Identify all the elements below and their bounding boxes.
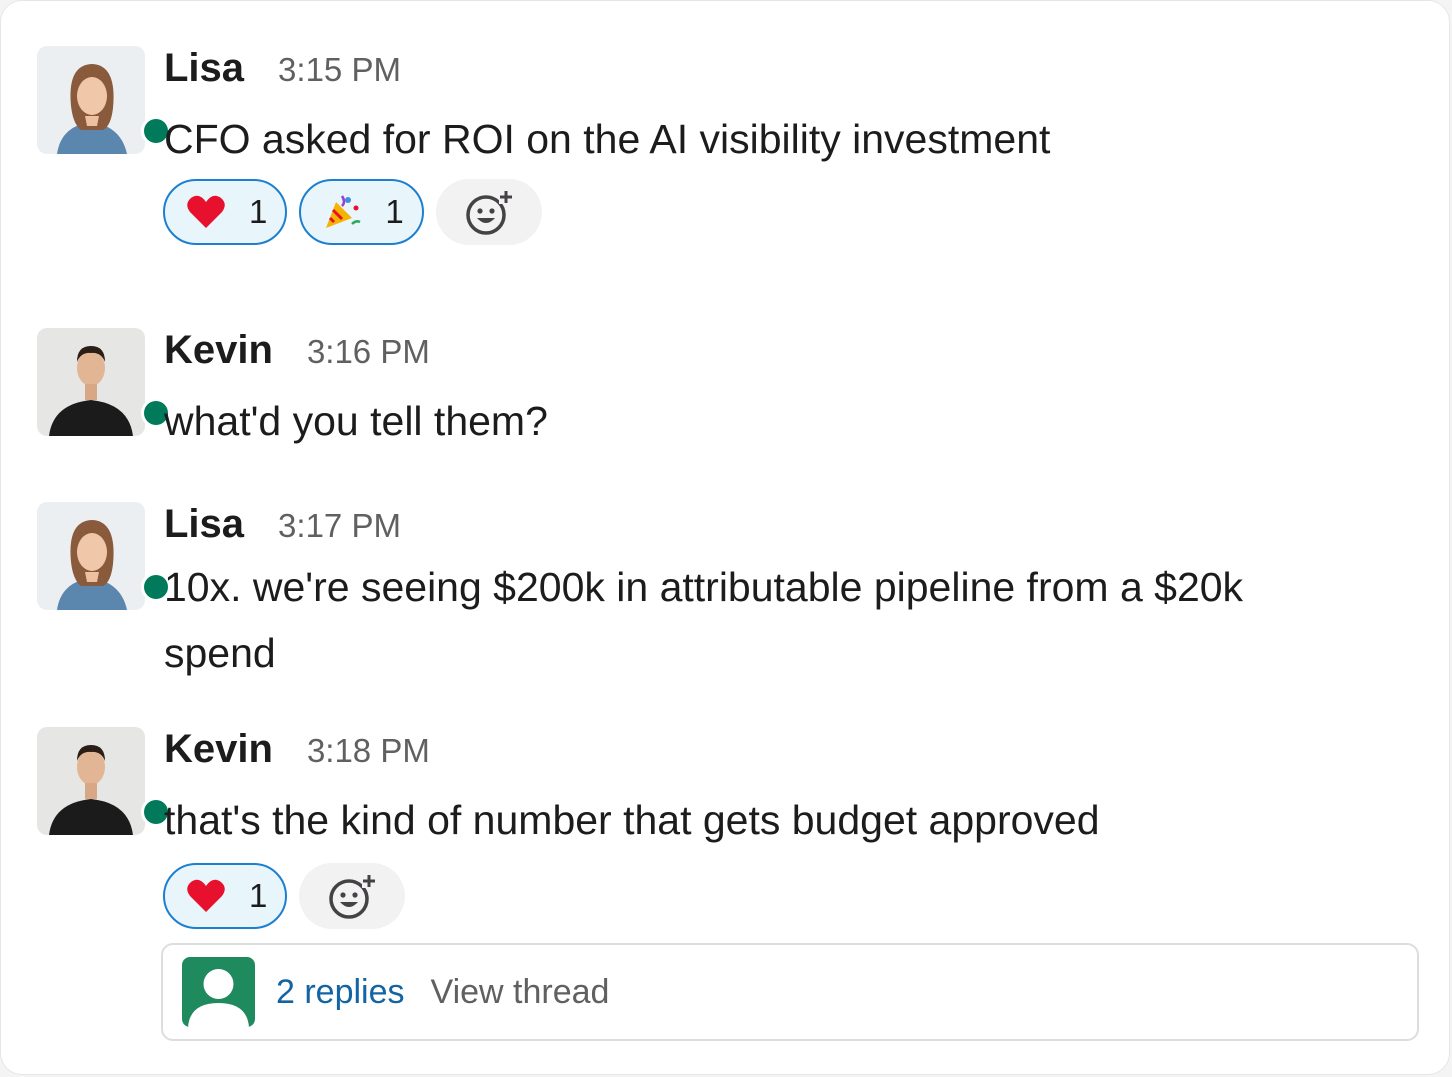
reaction-heart[interactable]: 1 bbox=[163, 863, 288, 929]
reactions-bar: 1 bbox=[163, 863, 406, 929]
add-reaction-button[interactable] bbox=[299, 863, 406, 929]
timestamp[interactable]: 3:18 PM bbox=[307, 732, 430, 770]
thread-participant-avatar bbox=[182, 957, 255, 1027]
kevin-photo bbox=[37, 727, 145, 835]
timestamp[interactable]: 3:17 PM bbox=[278, 507, 401, 545]
avatar-lisa[interactable] bbox=[37, 502, 171, 610]
author-name[interactable]: Lisa bbox=[164, 502, 244, 547]
party-popper-icon bbox=[321, 191, 363, 233]
heart-icon bbox=[185, 875, 227, 917]
heart-icon bbox=[185, 191, 227, 233]
view-thread-link[interactable]: View thread bbox=[431, 973, 610, 1012]
kevin-photo bbox=[37, 328, 145, 436]
message-text: that's the kind of number that gets budg… bbox=[164, 787, 1404, 853]
message-text: 10x. we're seeing $200k in attributable … bbox=[164, 554, 1404, 686]
add-reaction-icon bbox=[465, 190, 513, 235]
message-line: that's the kind of number that gets budg… bbox=[164, 797, 1100, 843]
author-name[interactable]: Kevin bbox=[164, 727, 273, 772]
reaction-count: 1 bbox=[249, 877, 268, 914]
message-line: CFO asked for ROI on the AI visibility i… bbox=[164, 116, 1051, 162]
timestamp[interactable]: 3:16 PM bbox=[307, 333, 430, 371]
message-line: what'd you tell them? bbox=[164, 398, 548, 444]
lisa-photo bbox=[37, 46, 145, 154]
avatar-lisa[interactable] bbox=[37, 46, 171, 154]
reaction-count: 1 bbox=[385, 193, 404, 230]
reaction-count: 1 bbox=[249, 193, 268, 230]
reactions-bar: 1 1 bbox=[163, 179, 542, 245]
lisa-photo bbox=[37, 502, 145, 610]
reaction-heart[interactable]: 1 bbox=[163, 179, 288, 245]
add-reaction-button[interactable] bbox=[435, 179, 542, 245]
avatar-kevin[interactable] bbox=[37, 328, 171, 436]
user-placeholder-icon bbox=[188, 969, 249, 1027]
add-reaction-icon bbox=[329, 874, 377, 919]
timestamp[interactable]: 3:15 PM bbox=[278, 51, 401, 89]
message-line: spend bbox=[164, 630, 276, 676]
message-text: what'd you tell them? bbox=[164, 388, 1404, 454]
message-pane: Lisa 3:15 PM CFO asked for ROI on the AI… bbox=[0, 0, 1450, 1075]
avatar-kevin[interactable] bbox=[37, 727, 171, 835]
thread-replies-link[interactable]: 2 replies bbox=[276, 973, 405, 1012]
thread-summary[interactable]: 2 replies View thread bbox=[161, 943, 1419, 1041]
author-name[interactable]: Lisa bbox=[164, 46, 244, 91]
author-name[interactable]: Kevin bbox=[164, 328, 273, 373]
message-text: CFO asked for ROI on the AI visibility i… bbox=[164, 106, 1404, 172]
reaction-party[interactable]: 1 bbox=[299, 179, 424, 245]
message-line: 10x. we're seeing $200k in attributable … bbox=[164, 564, 1244, 610]
